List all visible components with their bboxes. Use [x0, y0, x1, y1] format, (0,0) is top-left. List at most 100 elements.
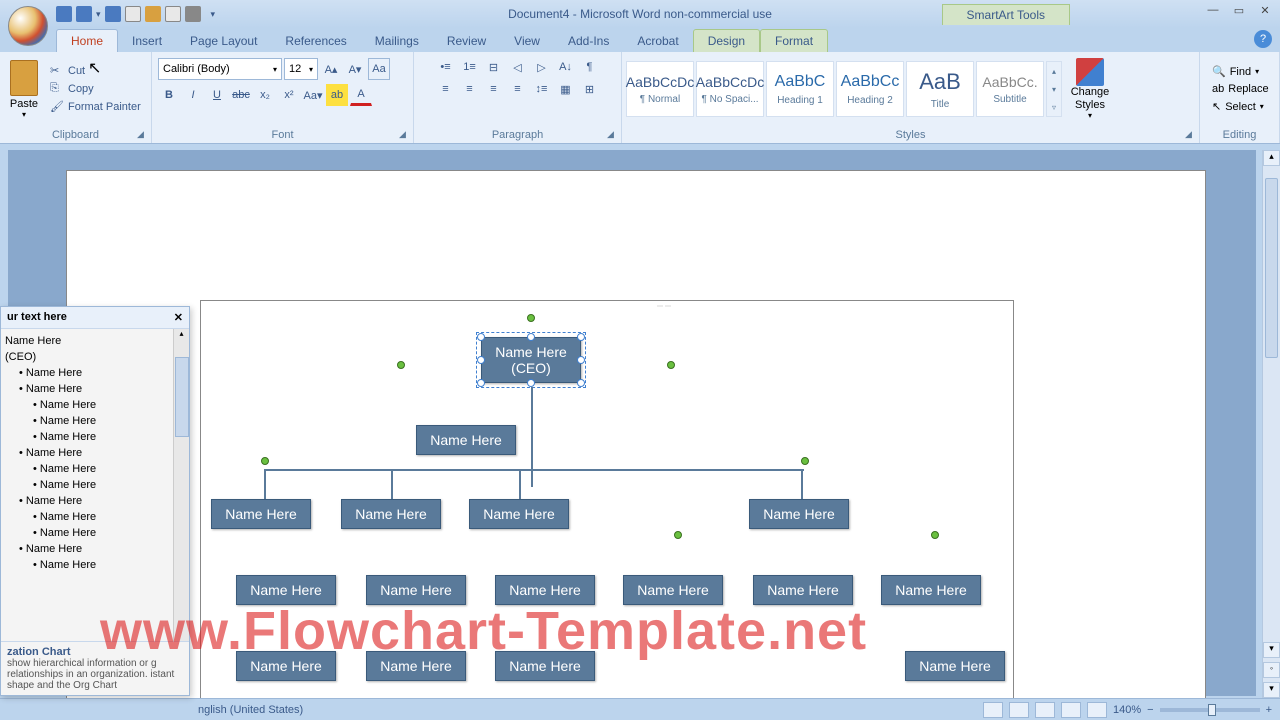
maximize-button[interactable]: ▭	[1230, 4, 1248, 20]
org-node[interactable]: Name Here	[881, 575, 981, 605]
tab-add-ins[interactable]: Add-Ins	[554, 30, 623, 52]
style-gallery-nav[interactable]: ▴▾▿	[1046, 61, 1062, 117]
vertical-scrollbar[interactable]: ▴ ▾ ◦ ▾	[1262, 150, 1280, 698]
copy-button[interactable]: ⎘Copy	[48, 81, 143, 97]
open-icon[interactable]	[145, 6, 161, 22]
superscript-button[interactable]: x²	[278, 84, 300, 106]
org-node[interactable]: Name Here	[236, 575, 336, 605]
text-pane-item[interactable]: • Name Here	[5, 445, 185, 461]
full-screen-view-button[interactable]	[1009, 702, 1029, 718]
org-node[interactable]: Name Here	[366, 651, 466, 681]
tab-mailings[interactable]: Mailings	[361, 30, 433, 52]
change-case-button[interactable]: Aa▾	[302, 84, 324, 106]
org-node[interactable]: Name Here	[495, 651, 595, 681]
bold-button[interactable]: B	[158, 84, 180, 106]
styles-launcher[interactable]: ◢	[1185, 129, 1197, 141]
scrollbar-thumb[interactable]	[1265, 178, 1278, 358]
numbering-button[interactable]: 1≡	[459, 56, 481, 78]
text-pane-item[interactable]: • Name Here	[5, 413, 185, 429]
highlight-button[interactable]: ab	[326, 84, 348, 106]
chevron-up-icon[interactable]: ▴	[1047, 62, 1061, 80]
next-page-icon[interactable]: ▾	[1263, 682, 1280, 698]
org-node[interactable]: Name Here	[469, 499, 569, 529]
align-right-button[interactable]: ≡	[483, 78, 505, 100]
prev-page-icon[interactable]: ◦	[1263, 662, 1280, 678]
italic-button[interactable]: I	[182, 84, 204, 106]
print-layout-view-button[interactable]	[983, 702, 1003, 718]
org-node[interactable]: Name Here	[236, 651, 336, 681]
text-pane-item[interactable]: • Name Here	[5, 365, 185, 381]
increase-indent-button[interactable]: ▷	[531, 56, 553, 78]
text-pane-item[interactable]: • Name Here	[5, 461, 185, 477]
text-pane-item[interactable]: • Name Here	[5, 477, 185, 493]
align-left-button[interactable]: ≡	[435, 78, 457, 100]
tab-view[interactable]: View	[500, 30, 554, 52]
find-button[interactable]: 🔍Find▾	[1210, 63, 1271, 80]
justify-button[interactable]: ≡	[507, 78, 529, 100]
font-name-combo[interactable]: Calibri (Body)▾	[158, 58, 282, 80]
shrink-font-button[interactable]: A▾	[344, 58, 366, 80]
org-node[interactable]: Name Here	[341, 499, 441, 529]
tab-review[interactable]: Review	[433, 30, 500, 52]
borders-button[interactable]: ⊞	[579, 78, 601, 100]
style-subtitle[interactable]: AaBbCc.Subtitle	[976, 61, 1044, 117]
bullets-button[interactable]: •≡	[435, 56, 457, 78]
style-heading-1[interactable]: AaBbCHeading 1	[766, 61, 834, 117]
zoom-slider[interactable]	[1160, 708, 1260, 712]
language-status[interactable]: nglish (United States)	[198, 704, 303, 716]
tab-insert[interactable]: Insert	[118, 30, 176, 52]
chevron-down-icon[interactable]: ▾	[1047, 80, 1061, 98]
font-launcher[interactable]: ◢	[399, 129, 411, 141]
office-button[interactable]	[8, 6, 48, 46]
shading-button[interactable]: ▦	[555, 78, 577, 100]
text-pane-item[interactable]: • Name Here	[5, 557, 185, 573]
scrollbar-thumb[interactable]	[175, 357, 189, 437]
underline-button[interactable]: U	[206, 84, 228, 106]
org-node[interactable]: Name Here	[211, 499, 311, 529]
text-pane-item[interactable]: • Name Here	[5, 541, 185, 557]
org-node[interactable]: Name Here	[623, 575, 723, 605]
text-pane-body[interactable]: Name Here(CEO)• Name Here• Name Here• Na…	[1, 329, 189, 647]
org-node[interactable]: Name Here	[749, 499, 849, 529]
sort-button[interactable]: A↓	[555, 56, 577, 78]
close-button[interactable]: ✕	[1256, 4, 1274, 20]
org-node[interactable]: Name Here	[366, 575, 466, 605]
paragraph-launcher[interactable]: ◢	[607, 129, 619, 141]
org-node[interactable]: Name Here	[495, 575, 595, 605]
strikethrough-button[interactable]: abc	[230, 84, 252, 106]
undo-icon[interactable]	[76, 6, 92, 22]
quick-print-icon[interactable]	[185, 6, 201, 22]
font-size-combo[interactable]: 12▾	[284, 58, 318, 80]
minimize-button[interactable]: —	[1204, 4, 1222, 20]
tab-design[interactable]: Design	[693, 29, 760, 52]
zoom-in-button[interactable]: +	[1266, 704, 1272, 716]
print-preview-icon[interactable]	[165, 6, 181, 22]
show-marks-button[interactable]: ¶	[579, 56, 601, 78]
zoom-out-button[interactable]: −	[1147, 704, 1153, 716]
text-pane-item[interactable]: • Name Here	[5, 397, 185, 413]
multilevel-list-button[interactable]: ⊟	[483, 56, 505, 78]
line-spacing-button[interactable]: ↕≡	[531, 78, 553, 100]
org-node-ceo[interactable]: Name Here (CEO)	[481, 337, 581, 383]
text-pane-scrollbar[interactable]: ▴	[173, 329, 189, 647]
style-normal[interactable]: AaBbCcDc¶ Normal	[626, 61, 694, 117]
text-pane-item[interactable]: • Name Here	[5, 525, 185, 541]
save-icon[interactable]	[56, 6, 72, 22]
tab-home[interactable]: Home	[56, 29, 118, 52]
cut-button[interactable]: ✂Cut	[48, 63, 143, 79]
org-node-assistant[interactable]: Name Here	[416, 425, 516, 455]
redo-icon[interactable]	[105, 6, 121, 22]
scroll-down-icon[interactable]: ▾	[1263, 642, 1280, 658]
tab-references[interactable]: References	[271, 30, 360, 52]
new-icon[interactable]	[125, 6, 141, 22]
text-pane-item[interactable]: Name Here	[5, 333, 185, 349]
style-no-spacing[interactable]: AaBbCcDc¶ No Spaci...	[696, 61, 764, 117]
grow-font-button[interactable]: A▴	[320, 58, 342, 80]
text-pane-item[interactable]: (CEO)	[5, 349, 185, 365]
align-center-button[interactable]: ≡	[459, 78, 481, 100]
zoom-slider-thumb[interactable]	[1208, 704, 1216, 716]
change-styles-button[interactable]: Change Styles ▾	[1066, 58, 1114, 119]
tab-acrobat[interactable]: Acrobat	[623, 30, 692, 52]
expand-icon[interactable]: ▿	[1047, 98, 1061, 116]
scroll-up-icon[interactable]: ▴	[1263, 150, 1280, 166]
